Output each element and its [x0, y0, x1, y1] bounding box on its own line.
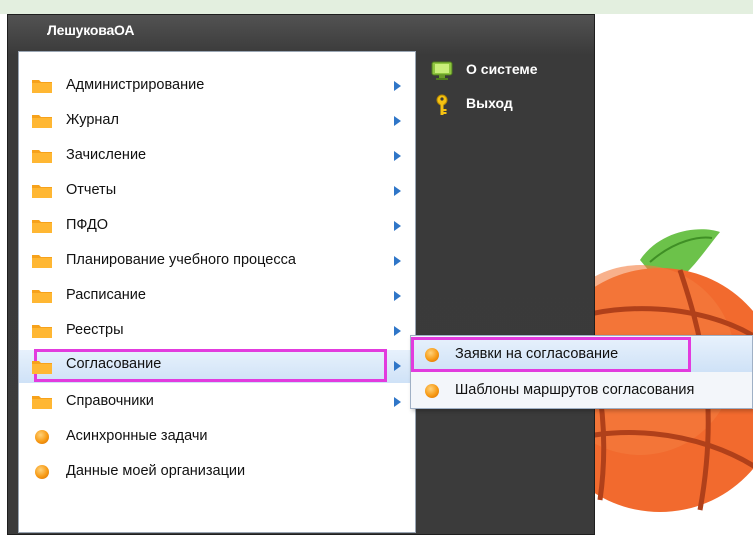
menu-item-label: Планирование учебного процесса — [66, 252, 296, 268]
menu-item-label: Реестры — [66, 322, 124, 338]
submenu-arrow-icon — [394, 151, 401, 161]
menu-item-registries[interactable]: Реестры — [19, 314, 415, 347]
user-name: ЛешуковаОА — [47, 22, 135, 38]
menu-item-label: ПФДО — [66, 217, 109, 233]
menu-item-label: Справочники — [66, 393, 154, 409]
approval-submenu: Заявки на согласование Шаблоны маршрутов… — [410, 335, 753, 409]
menu-item-approval[interactable]: Согласование — [19, 349, 415, 383]
menu-item-async-tasks[interactable]: Асинхронные задачи — [19, 420, 415, 453]
folder-icon — [32, 80, 52, 93]
menu-item-label: Данные моей организации — [66, 463, 246, 479]
menu-item-planning[interactable]: Планирование учебного процесса — [19, 244, 415, 277]
submenu-arrow-icon — [394, 361, 401, 371]
menu-item-label: Отчеты — [66, 182, 117, 198]
menu-item-administration[interactable]: Администрирование — [19, 69, 415, 102]
submenu-item-label: Шаблоны маршрутов согласования — [455, 382, 695, 398]
menu-item-directories[interactable]: Справочники — [19, 385, 415, 418]
folder-icon — [32, 396, 52, 409]
orb-icon — [425, 348, 439, 362]
submenu-arrow-icon — [394, 221, 401, 231]
menu-item-label: Выход — [466, 95, 513, 111]
menu-item-label: О системе — [466, 61, 538, 77]
submenu-arrow-icon — [394, 81, 401, 91]
orb-icon — [425, 384, 439, 398]
menu-list: Администрирование Журнал Зачисление Отче… — [18, 51, 416, 533]
folder-icon — [32, 325, 52, 338]
folder-icon — [32, 361, 52, 374]
submenu-arrow-icon — [394, 116, 401, 126]
menu-item-label: Асинхронные задачи — [66, 428, 208, 444]
menu-item-label: Зачисление — [66, 147, 147, 163]
menu-item-enrollment[interactable]: Зачисление — [19, 139, 415, 172]
menu-item-pfdo[interactable]: ПФДО — [19, 209, 415, 242]
folder-icon — [32, 185, 52, 198]
start-menu: ЛешуковаОА Администрирование Журнал Зачи… — [7, 14, 595, 535]
submenu-arrow-icon — [394, 397, 401, 407]
folder-icon — [32, 115, 52, 128]
submenu-arrow-icon — [394, 326, 401, 336]
menu-item-my-organization[interactable]: Данные моей организации — [19, 455, 415, 488]
menu-item-label: Расписание — [66, 287, 146, 303]
submenu-arrow-icon — [394, 186, 401, 196]
folder-icon — [32, 255, 52, 268]
key-icon — [436, 94, 448, 115]
orb-icon — [35, 430, 49, 444]
submenu-arrow-icon — [394, 291, 401, 301]
submenu-item-label: Заявки на согласование — [455, 346, 619, 362]
menu-item-label: Согласование — [66, 356, 162, 372]
monitor-icon — [431, 61, 453, 80]
menu-item-journal[interactable]: Журнал — [19, 104, 415, 137]
submenu-item-approval-requests[interactable]: Заявки на согласование — [411, 337, 752, 372]
menu-item-label: Журнал — [66, 112, 119, 128]
submenu-arrow-icon — [394, 256, 401, 266]
menu-item-reports[interactable]: Отчеты — [19, 174, 415, 207]
folder-icon — [32, 220, 52, 233]
menu-item-schedule[interactable]: Расписание — [19, 279, 415, 312]
submenu-item-route-templates[interactable]: Шаблоны маршрутов согласования — [411, 373, 752, 408]
menu-item-label: Администрирование — [66, 77, 205, 93]
orb-icon — [35, 465, 49, 479]
folder-icon — [32, 290, 52, 303]
folder-icon — [32, 150, 52, 163]
